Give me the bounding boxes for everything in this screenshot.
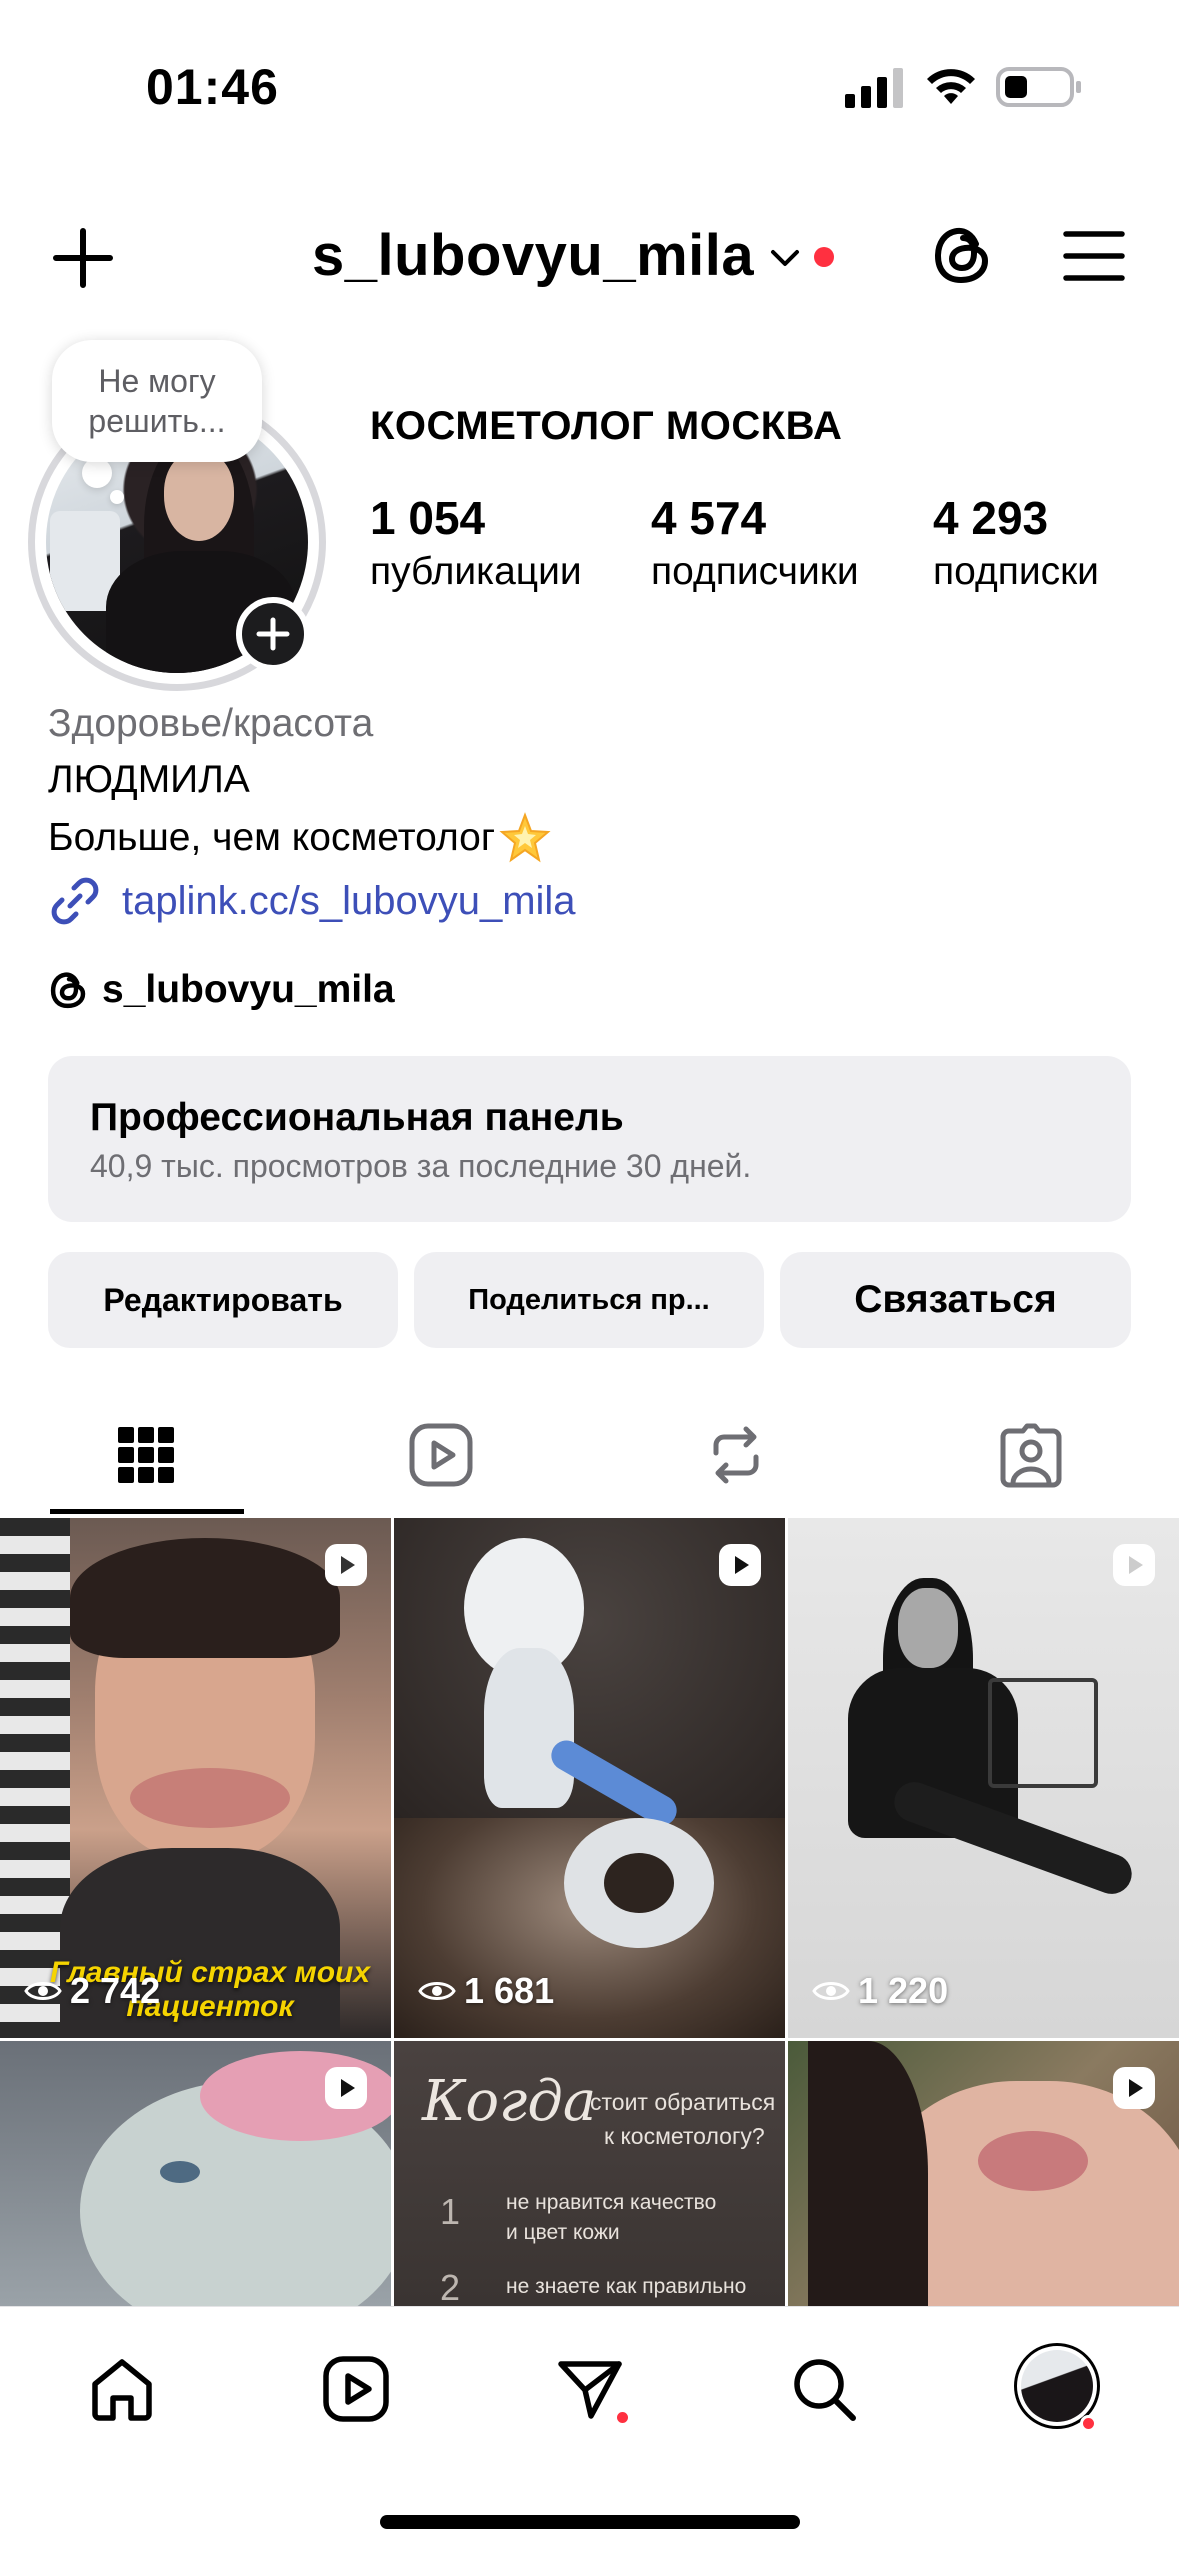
stat-posts[interactable]: 1 054 публикации — [370, 488, 582, 596]
wifi-icon — [927, 69, 975, 104]
active-tab-indicator — [50, 1509, 244, 1514]
note-bubble-tail-small — [110, 490, 124, 504]
eye-icon — [24, 1982, 62, 2000]
bio-name: ЛЮДМИЛА — [48, 758, 250, 801]
share-profile-button[interactable]: Поделиться пр... — [414, 1252, 764, 1348]
post-thumbnail[interactable]: 1 681 — [394, 1518, 785, 2038]
post-text-line: к косметологу? — [604, 2123, 765, 2149]
note-bubble[interactable]: Не могу решить... — [52, 340, 262, 462]
tab-reposts[interactable] — [638, 1400, 834, 1510]
threads-icon[interactable] — [930, 222, 996, 288]
bio-text: Больше, чем косметолог — [48, 812, 551, 864]
status-time: 01:46 — [146, 59, 279, 115]
battery-icon — [996, 67, 1081, 107]
edit-profile-button[interactable]: Редактировать — [48, 1252, 398, 1348]
nav-messages[interactable] — [550, 2349, 631, 2429]
threads-badge[interactable]: s_lubovyu_mila — [48, 968, 395, 1012]
stat-value: 4 574 — [651, 492, 767, 544]
status-bar: 01:46 — [0, 0, 1179, 150]
post-view-count: 1 681 — [464, 1970, 555, 2011]
eye-icon — [812, 1982, 850, 2000]
post-thumbnail[interactable]: Главный страх моих пациенток 2 742 — [0, 1518, 391, 2038]
post-thumbnail[interactable] — [0, 2041, 391, 2306]
note-bubble-tail — [82, 458, 112, 488]
post-thumbnail[interactable] — [788, 2041, 1179, 2306]
stat-label: публикации — [370, 550, 582, 593]
glowing-star-icon — [499, 812, 551, 863]
stat-value: 4 293 — [933, 492, 1049, 544]
nav-reels[interactable] — [316, 2349, 396, 2429]
pro-panel-title: Профессиональная панель — [90, 1096, 624, 1139]
stat-followers[interactable]: 4 574 подписчики — [651, 488, 859, 596]
chevron-down-icon — [771, 250, 800, 266]
profile-notification-dot — [1080, 2415, 1097, 2432]
profile-category: Здоровье/красота — [48, 702, 374, 745]
threads-icon — [50, 972, 86, 1009]
notification-dot — [814, 247, 835, 267]
create-plus-icon[interactable] — [50, 225, 116, 291]
note-line-2: решить... — [88, 403, 226, 439]
post-views: 1 220 — [812, 1970, 948, 2012]
nav-home[interactable] — [82, 2349, 162, 2429]
post-text-line: стоит обратиться — [590, 2089, 776, 2115]
reel-badge-icon — [1113, 1544, 1155, 1586]
contact-button[interactable]: Связаться — [780, 1252, 1131, 1348]
reposts-icon — [713, 1426, 759, 1484]
post-view-count: 1 220 — [858, 1970, 949, 2011]
nav-search[interactable] — [784, 2349, 864, 2429]
reel-badge-icon — [719, 1544, 761, 1586]
post-text-line: не нравится качество — [506, 2191, 717, 2214]
professional-dashboard[interactable]: Профессиональная панель 40,9 тыс. просмо… — [48, 1056, 1131, 1222]
tab-tagged[interactable] — [933, 1400, 1129, 1510]
tagged-icon — [1000, 1423, 1062, 1488]
add-story-button[interactable] — [236, 597, 310, 671]
link-icon — [51, 877, 99, 925]
menu-icon[interactable] — [1062, 226, 1126, 286]
username: s_lubovyu_mila — [312, 222, 755, 288]
bio-text-content: Больше, чем косметолог — [48, 816, 496, 859]
search-icon — [794, 2359, 856, 2421]
post-text-line: не знаете как правильно — [506, 2275, 747, 2298]
note-line-1: Не могу — [98, 363, 216, 399]
home-icon — [92, 2359, 152, 2421]
post-thumbnail[interactable]: 1 220 — [788, 1518, 1179, 2038]
stat-value: 1 054 — [370, 492, 486, 544]
post-view-count: 2 742 — [70, 1970, 161, 2011]
signal-icon — [845, 68, 903, 108]
tab-reels[interactable] — [343, 1400, 539, 1510]
bio-link[interactable]: taplink.cc/s_lubovyu_mila — [48, 874, 576, 928]
post-list-number: 1 — [440, 2191, 461, 2232]
reel-badge-icon — [1113, 2067, 1155, 2109]
reels-icon — [323, 2356, 389, 2422]
display-name: КОСМЕТОЛОГ МОСКВА — [370, 404, 843, 448]
stat-following[interactable]: 4 293 подписки — [933, 488, 1099, 596]
account-switcher[interactable]: s_lubovyu_mila — [312, 220, 835, 290]
bio-link-text[interactable]: taplink.cc/s_lubovyu_mila — [122, 879, 576, 924]
post-thumbnail[interactable]: Когда стоит обратиться к косметологу? 1 … — [394, 2041, 785, 2306]
post-list-number: 2 — [440, 2267, 461, 2306]
messages-notification-dot — [614, 2409, 631, 2426]
post-script-title: Когда — [422, 2069, 597, 2134]
post-views: 2 742 — [24, 1970, 160, 2012]
stat-label: подписки — [933, 550, 1099, 593]
reels-icon — [409, 1423, 473, 1487]
home-indicator — [380, 2515, 800, 2529]
stat-label: подписчики — [651, 550, 859, 593]
profile-header: s_lubovyu_mila — [0, 200, 1179, 310]
grid-icon — [118, 1427, 174, 1483]
reel-badge-icon — [325, 2067, 367, 2109]
post-views: 1 681 — [418, 1970, 554, 2012]
plus-icon — [256, 617, 290, 651]
eye-icon — [418, 1982, 456, 2000]
post-text-line: и цвет кожи — [506, 2221, 620, 2244]
threads-handle: s_lubovyu_mila — [102, 968, 395, 1011]
pro-panel-subtitle: 40,9 тыс. просмотров за последние 30 дне… — [90, 1148, 752, 1184]
tab-posts-grid[interactable] — [48, 1400, 244, 1510]
reel-badge-icon — [325, 1544, 367, 1586]
